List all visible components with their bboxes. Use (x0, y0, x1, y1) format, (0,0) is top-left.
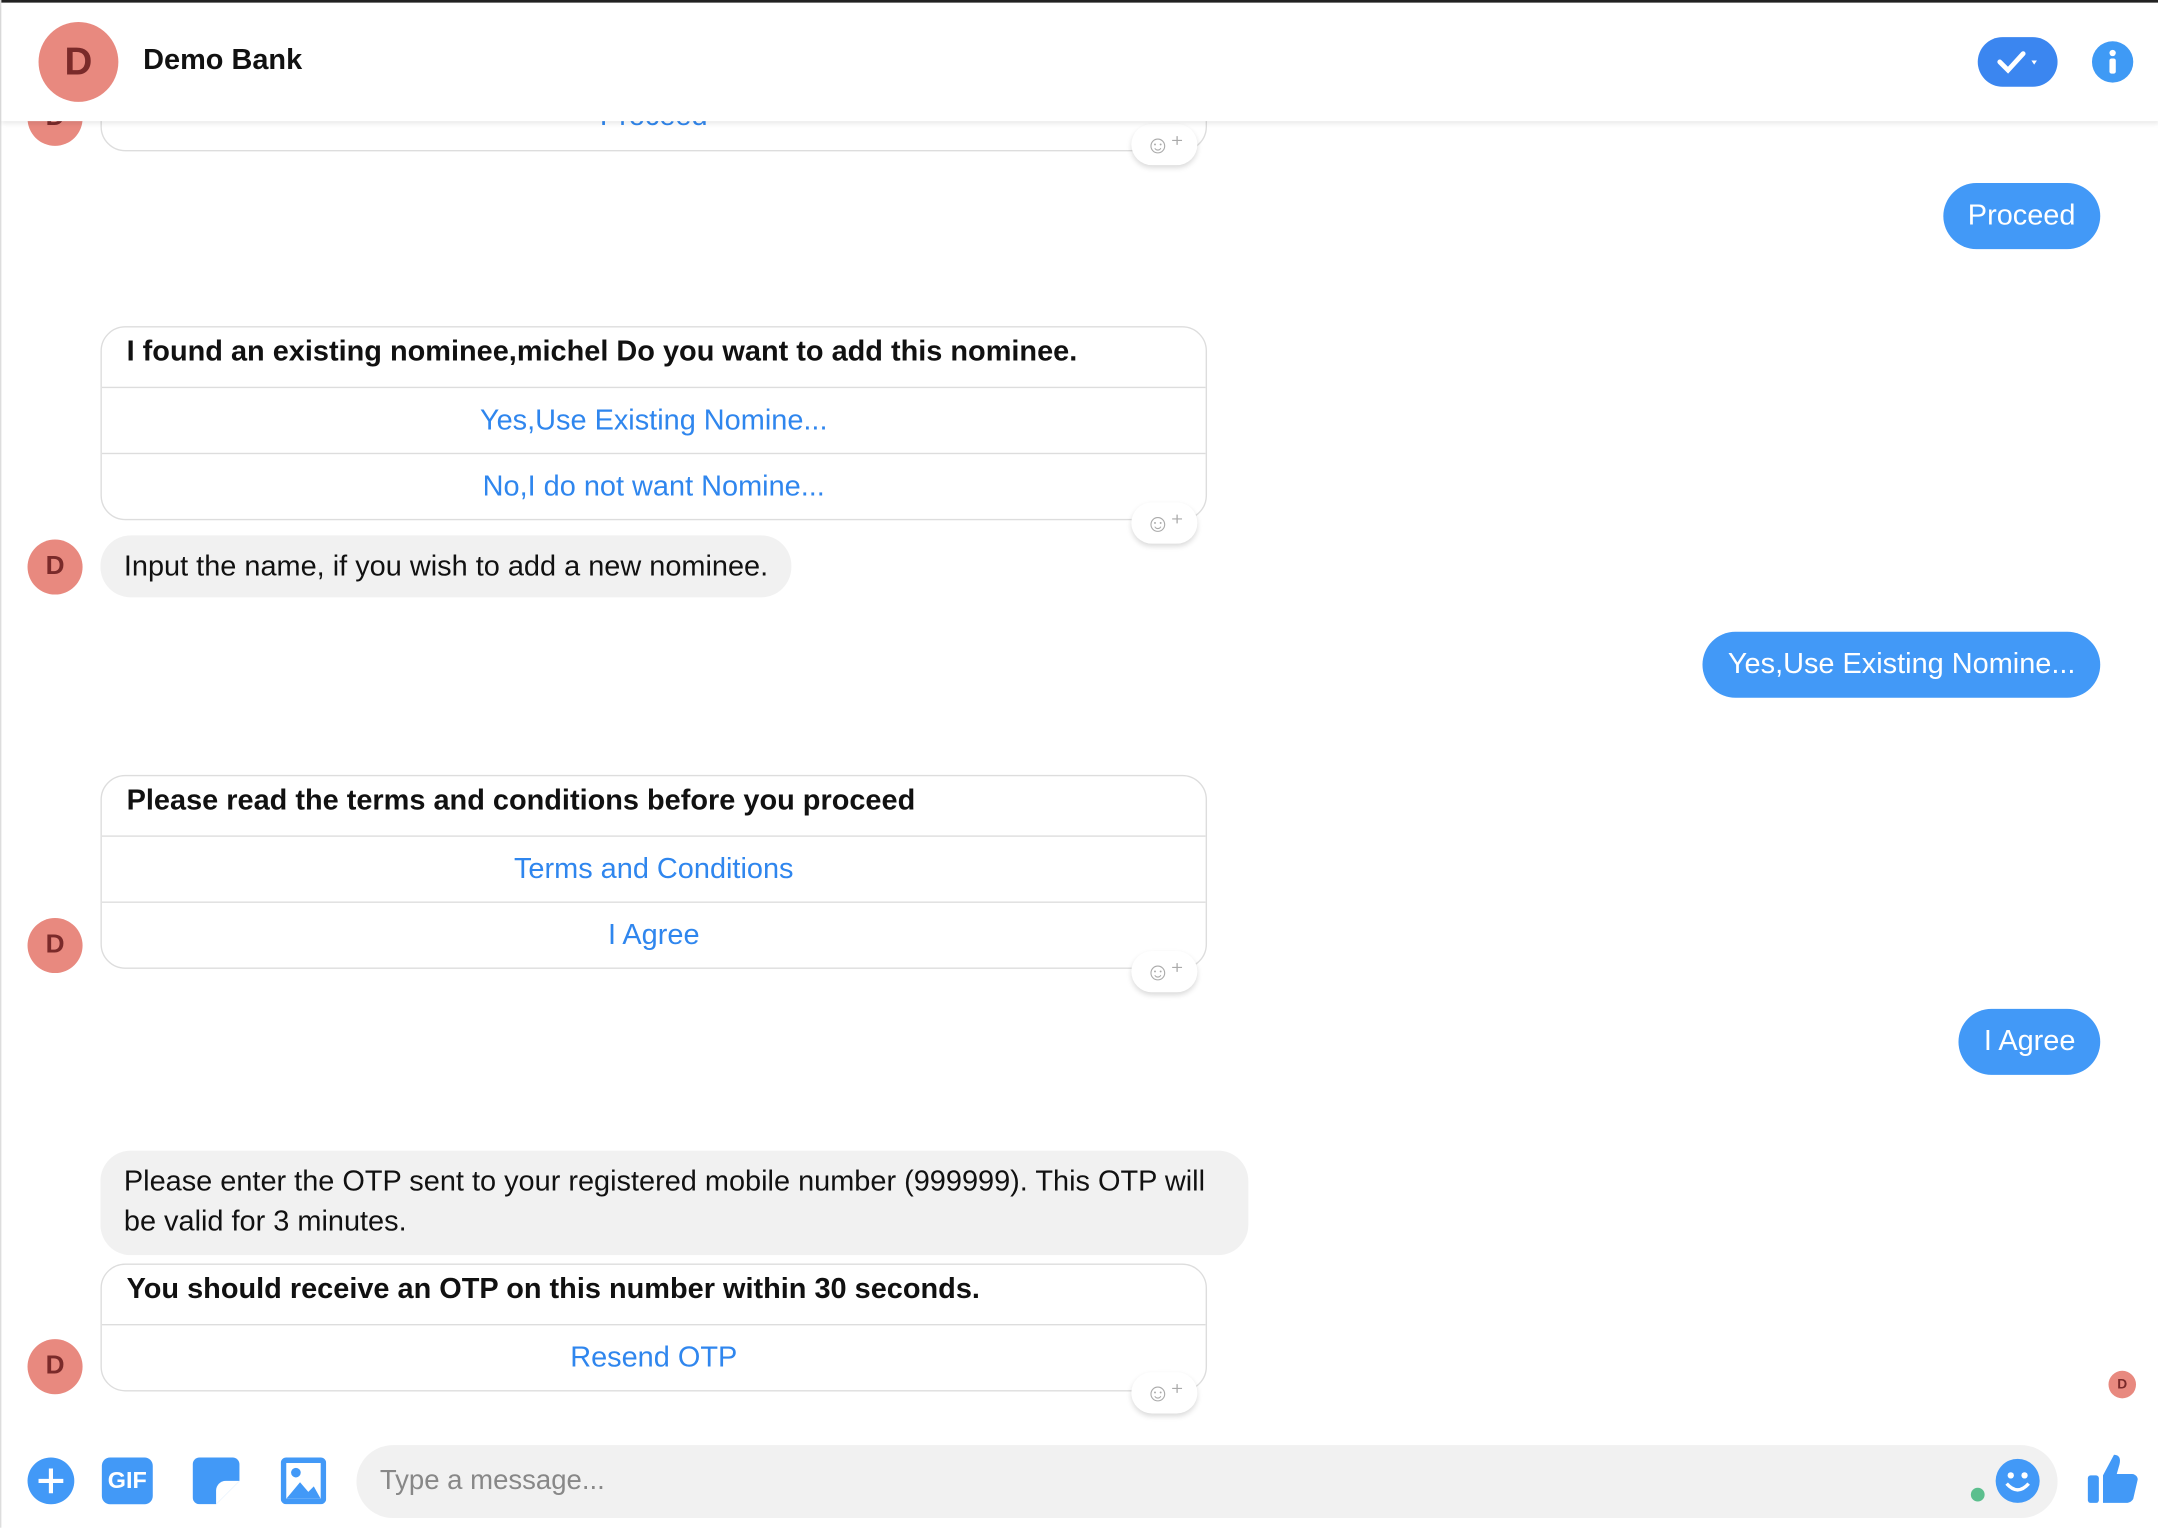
check-dropdown-button[interactable] (1977, 37, 2058, 87)
terms-and-conditions-button[interactable]: Terms and Conditions (101, 835, 1206, 901)
i-agree-button[interactable]: I Agree (101, 901, 1206, 967)
online-status-dot (1970, 1487, 1985, 1502)
info-button[interactable] (2091, 41, 2134, 83)
bot-message: Input the name, if you wish to add a new… (100, 535, 792, 598)
add-reaction-button[interactable]: ☺⁺ (1131, 951, 1198, 993)
card-title: I found an existing nominee,michel Do yo… (126, 335, 1078, 368)
messenger-window: D Demo Bank D Proceed ☺⁺ Proceed I found… (0, 0, 2158, 1528)
user-message: Proceed (1943, 183, 2101, 250)
seen-avatar: D (2108, 1370, 2137, 1399)
add-reaction-button[interactable]: ☺⁺ (1131, 123, 1198, 166)
user-message: Yes,Use Existing Nomine... (1703, 631, 2101, 698)
gif-icon[interactable]: GIF (101, 1457, 153, 1505)
emoji-plus-icon: ☺⁺ (1145, 957, 1184, 985)
emoji-icon[interactable] (1994, 1458, 2041, 1505)
use-existing-nominee-button[interactable]: Yes,Use Existing Nomine... (101, 386, 1206, 453)
bot-avatar: D (27, 1339, 83, 1395)
check-dropdown-icon (1997, 51, 2037, 74)
emoji-plus-icon: ☺⁺ (1145, 130, 1184, 158)
sticker-icon[interactable] (192, 1457, 240, 1505)
bot-avatar: D (27, 917, 83, 974)
user-message: I Agree (1959, 1008, 2101, 1075)
emoji-plus-icon: ☺⁺ (1145, 1378, 1184, 1406)
card-title: You should receive an OTP on this number… (126, 1273, 980, 1305)
card-title: Please read the terms and conditions bef… (126, 784, 916, 817)
message-card: You should receive an OTP on this number… (100, 1263, 1208, 1392)
add-reaction-button[interactable]: ☺⁺ (1131, 502, 1198, 544)
thumbs-up-icon[interactable] (2086, 1452, 2138, 1507)
message-card: Please read the terms and conditions bef… (100, 774, 1208, 969)
bot-avatar: D (27, 539, 83, 595)
chat-title[interactable]: Demo Bank (143, 44, 302, 77)
plus-icon[interactable] (26, 1456, 76, 1506)
message-input[interactable] (356, 1445, 2058, 1519)
no-nominee-button[interactable]: No,I do not want Nomine... (101, 452, 1206, 519)
add-reaction-button[interactable]: ☺⁺ (1131, 1372, 1198, 1414)
image-icon[interactable] (280, 1457, 327, 1505)
emoji-plus-icon: ☺⁺ (1145, 508, 1184, 537)
avatar[interactable]: D (38, 22, 119, 102)
resend-otp-button[interactable]: Resend OTP (101, 1324, 1206, 1390)
info-icon (2109, 49, 2116, 74)
bot-message: Please enter the OTP sent to your regist… (100, 1150, 1249, 1256)
message-card: I found an existing nominee,michel Do yo… (100, 326, 1208, 521)
chat-header: D Demo Bank (1, 2, 2158, 122)
